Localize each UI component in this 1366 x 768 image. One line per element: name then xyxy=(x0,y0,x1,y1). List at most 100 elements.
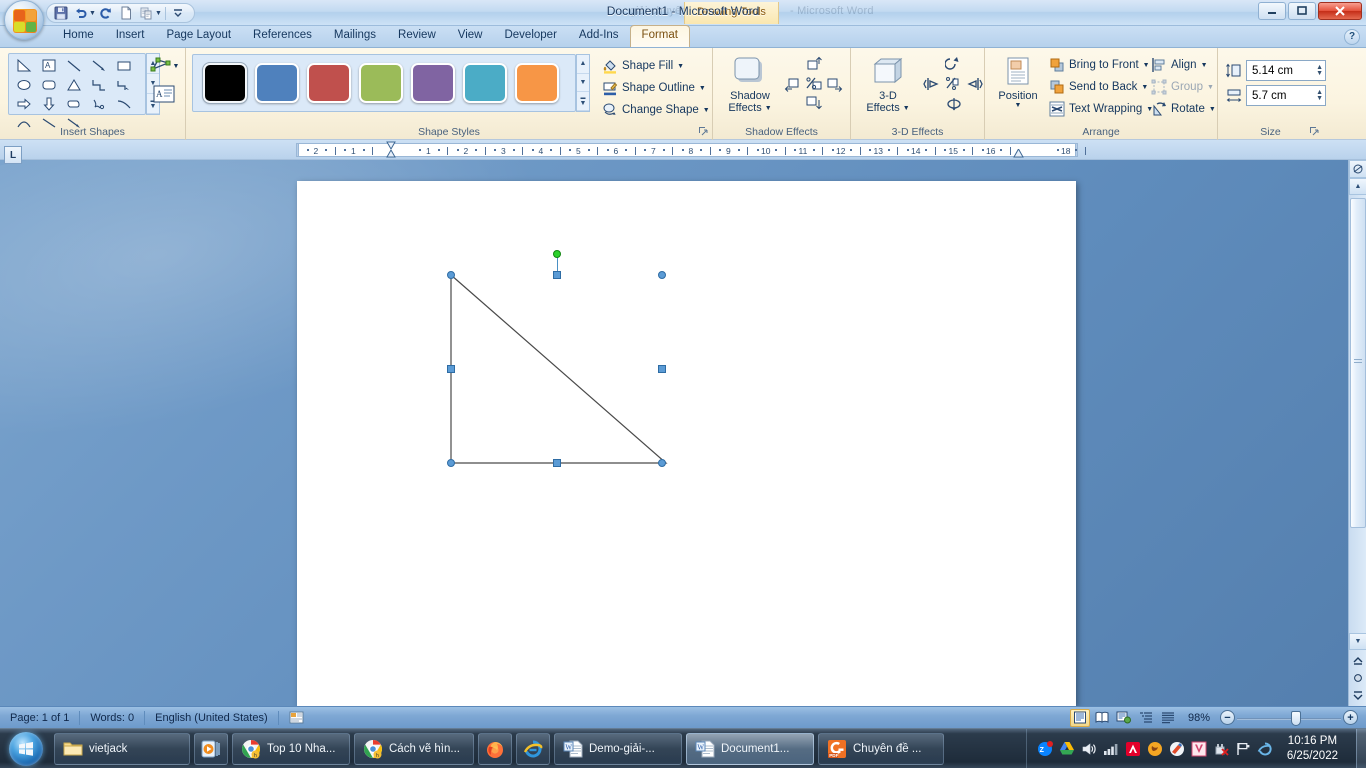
scrollbar-thumb[interactable] xyxy=(1350,198,1366,528)
align-dropdown-icon[interactable]: ▼ xyxy=(1201,62,1208,69)
unikey-icon[interactable] xyxy=(1169,741,1185,757)
minimize-button[interactable] xyxy=(1258,2,1286,20)
v-icon[interactable] xyxy=(1191,741,1207,757)
previous-page-button[interactable] xyxy=(1349,651,1366,668)
align-button[interactable]: Align ▼ xyxy=(1147,54,1220,76)
nudge-shadow-down-button[interactable] xyxy=(805,96,823,112)
shape-rounded-rectangle-icon[interactable] xyxy=(36,75,61,94)
shape-width-input[interactable]: 5.7 cm ▲ ▼ xyxy=(1246,85,1326,106)
shape-arrow-line-icon[interactable] xyxy=(86,56,111,75)
shape-height-spinner[interactable]: ▲ ▼ xyxy=(1316,64,1323,77)
three-d-effects-dropdown-icon[interactable]: ▼ xyxy=(903,105,910,112)
flag-action-center-icon[interactable] xyxy=(1235,741,1251,757)
text-wrapping-button[interactable]: Text Wrapping ▼ xyxy=(1045,98,1157,120)
change-shape-dropdown-icon[interactable]: ▼ xyxy=(703,107,710,114)
shape-cloud-callout-icon[interactable] xyxy=(61,94,86,113)
taskbar-item-chuyen-de[interactable]: PDF Chuyên đề ... xyxy=(818,732,944,765)
taskbar-item-demo-giai[interactable]: W Demo-giải-... xyxy=(554,732,682,765)
shape-styles-dialog-launcher[interactable] xyxy=(698,126,709,137)
change-shape-button[interactable]: Change Shape ▼ xyxy=(598,99,714,121)
save-icon[interactable] xyxy=(51,5,70,22)
shape-fill-button[interactable]: Shape Fill ▼ xyxy=(598,55,714,77)
shape-style-swatch-teal[interactable] xyxy=(463,63,507,103)
nudge-shadow-right-button[interactable] xyxy=(826,76,844,92)
taskbar-item-vietjack[interactable]: vietjack xyxy=(54,732,190,765)
taskbar-item-internet-explorer[interactable] xyxy=(516,732,550,765)
zoom-in-button[interactable]: + xyxy=(1343,710,1358,725)
shape-curve-icon[interactable] xyxy=(111,94,136,113)
shape-freeform-icon[interactable] xyxy=(86,94,111,113)
zalo-icon[interactable]: Z xyxy=(1037,740,1053,757)
right-triangle-shape[interactable] xyxy=(297,181,1076,706)
maximize-button[interactable] xyxy=(1288,2,1316,20)
tab-mailings[interactable]: Mailings xyxy=(323,26,387,47)
handle-middle-right[interactable] xyxy=(658,365,666,373)
handle-bottom-right[interactable] xyxy=(658,459,666,467)
handle-middle-left[interactable] xyxy=(447,365,455,373)
customize-qat-icon[interactable] xyxy=(169,5,188,22)
vertical-scrollbar[interactable]: ▲ ▼ xyxy=(1348,160,1366,706)
edit-shape-button[interactable]: ▼ xyxy=(148,54,180,78)
horizontal-ruler[interactable]: 2 1 1 2 3 4 5 6 7 8 9 10 11 12 13 14 15 16 18 xyxy=(0,140,1366,160)
shape-style-swatch-orange[interactable] xyxy=(515,63,559,103)
position-button[interactable]: Position ▼ xyxy=(989,52,1047,109)
send-to-back-button[interactable]: Send to Back ▼ xyxy=(1045,76,1157,98)
shadow-effects-button[interactable]: Shadow Effects ▼ xyxy=(721,52,779,114)
ruler-track[interactable]: 2 1 1 2 3 4 5 6 7 8 9 10 11 12 13 14 15 16 18 xyxy=(298,143,1086,157)
safely-remove-icon[interactable] xyxy=(1213,741,1229,757)
shadow-effects-dropdown-icon[interactable]: ▼ xyxy=(765,105,772,112)
shape-width-spinner[interactable]: ▲ ▼ xyxy=(1316,89,1323,102)
taskbar-item-firefox[interactable] xyxy=(478,732,512,765)
tilt-up-button[interactable] xyxy=(945,56,963,72)
shapes-gallery[interactable]: A xyxy=(8,53,146,128)
handle-bottom-left[interactable] xyxy=(447,459,455,467)
rotation-handle[interactable] xyxy=(553,250,561,258)
undo-dropdown-icon[interactable]: ▼ xyxy=(89,10,96,17)
size-dialog-launcher[interactable] xyxy=(1309,126,1320,137)
bring-to-front-button[interactable]: Bring to Front ▼ xyxy=(1045,54,1157,76)
tab-format[interactable]: Format xyxy=(629,25,690,47)
print-preview-icon[interactable] xyxy=(137,5,156,22)
tab-add-ins[interactable]: Add-Ins xyxy=(568,26,630,47)
undo-icon[interactable] xyxy=(71,5,90,22)
show-desktop-button[interactable] xyxy=(1356,728,1366,768)
right-indent-marker[interactable] xyxy=(1013,149,1024,158)
close-button[interactable] xyxy=(1318,2,1362,20)
tab-developer[interactable]: Developer xyxy=(493,26,567,47)
shape-style-swatch-blue[interactable] xyxy=(255,63,299,103)
shape-outline-button[interactable]: Shape Outline ▼ xyxy=(598,77,714,99)
shape-elbow-connector-icon[interactable] xyxy=(86,75,111,94)
rotate-button[interactable]: Rotate ▼ xyxy=(1147,98,1220,120)
tab-insert[interactable]: Insert xyxy=(105,26,156,47)
help-button[interactable]: ? xyxy=(1344,29,1360,45)
status-words[interactable]: Words: 0 xyxy=(80,707,144,729)
shape-styles-scrollbar[interactable]: ▲ ▼ ▬ ▼ xyxy=(576,54,590,112)
styles-scroll-up-icon[interactable]: ▲ xyxy=(577,55,589,74)
shadow-on-off-button[interactable] xyxy=(805,76,823,92)
tab-review[interactable]: Review xyxy=(387,26,447,47)
document-workspace[interactable] xyxy=(0,160,1366,706)
taskbar-item-chrome-cachve[interactable]: h Cách vẽ hìn... xyxy=(354,732,474,765)
shape-triangle-icon[interactable] xyxy=(61,75,86,94)
start-button[interactable] xyxy=(2,730,50,768)
shape-right-triangle-icon[interactable] xyxy=(11,56,36,75)
three-d-effects-button[interactable]: 3-D Effects ▼ xyxy=(859,52,917,114)
zoom-slider-thumb[interactable] xyxy=(1291,710,1301,726)
view-print-layout-button[interactable] xyxy=(1069,708,1090,727)
shape-down-arrow-icon[interactable] xyxy=(36,94,61,113)
tilt-right-button[interactable] xyxy=(965,76,983,92)
shape-style-swatch-green[interactable] xyxy=(359,63,403,103)
scroll-down-button[interactable]: ▼ xyxy=(1349,633,1366,650)
position-dropdown-icon[interactable]: ▼ xyxy=(1015,102,1022,109)
avira-icon[interactable] xyxy=(1125,741,1141,757)
tab-page-layout[interactable]: Page Layout xyxy=(155,26,242,47)
redo-icon[interactable] xyxy=(97,5,116,22)
handle-top-center[interactable] xyxy=(553,271,561,279)
volume-icon[interactable] xyxy=(1081,741,1097,757)
taskbar-item-media-player[interactable] xyxy=(194,732,228,765)
styles-scroll-down-icon[interactable]: ▼ xyxy=(577,74,589,93)
handle-top-left[interactable] xyxy=(447,271,455,279)
shape-text-box-icon[interactable]: A xyxy=(36,56,61,75)
office-button[interactable] xyxy=(4,0,44,40)
zoom-out-button[interactable]: − xyxy=(1220,710,1235,725)
